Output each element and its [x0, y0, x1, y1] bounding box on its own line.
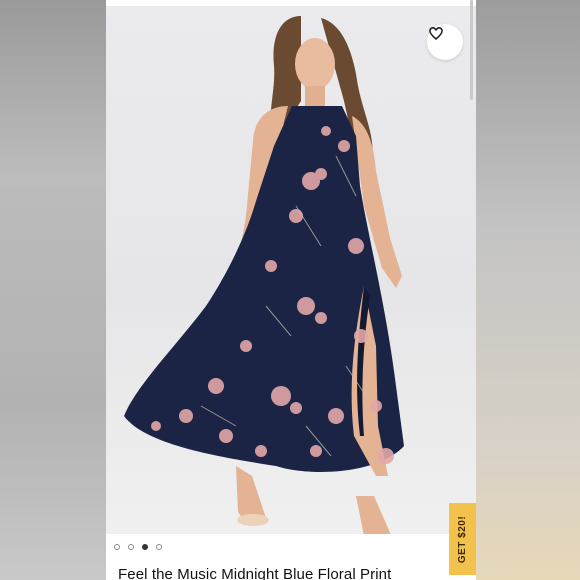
- listing-title[interactable]: Feel the Music Midnight Blue Floral Prin…: [118, 566, 458, 580]
- carousel-indicators: [114, 544, 162, 550]
- carousel-dot[interactable]: [128, 544, 134, 550]
- scrollbar[interactable]: [470, 0, 473, 100]
- product-photo[interactable]: [106, 6, 476, 534]
- listing-card: Feel the Music Midnight Blue Floral Prin…: [106, 0, 476, 580]
- carousel-dot[interactable]: [114, 544, 120, 550]
- blurred-background-left: [0, 0, 106, 580]
- carousel-dot[interactable]: [156, 544, 162, 550]
- promo-tab[interactable]: GET $20!: [449, 503, 476, 575]
- blurred-background-right: [476, 0, 580, 580]
- heart-outline-icon: [429, 26, 443, 40]
- carousel-dot-active[interactable]: [142, 544, 148, 550]
- dress-model-illustration: [124, 16, 404, 534]
- promo-label: GET $20!: [457, 515, 469, 563]
- like-button[interactable]: [427, 24, 463, 60]
